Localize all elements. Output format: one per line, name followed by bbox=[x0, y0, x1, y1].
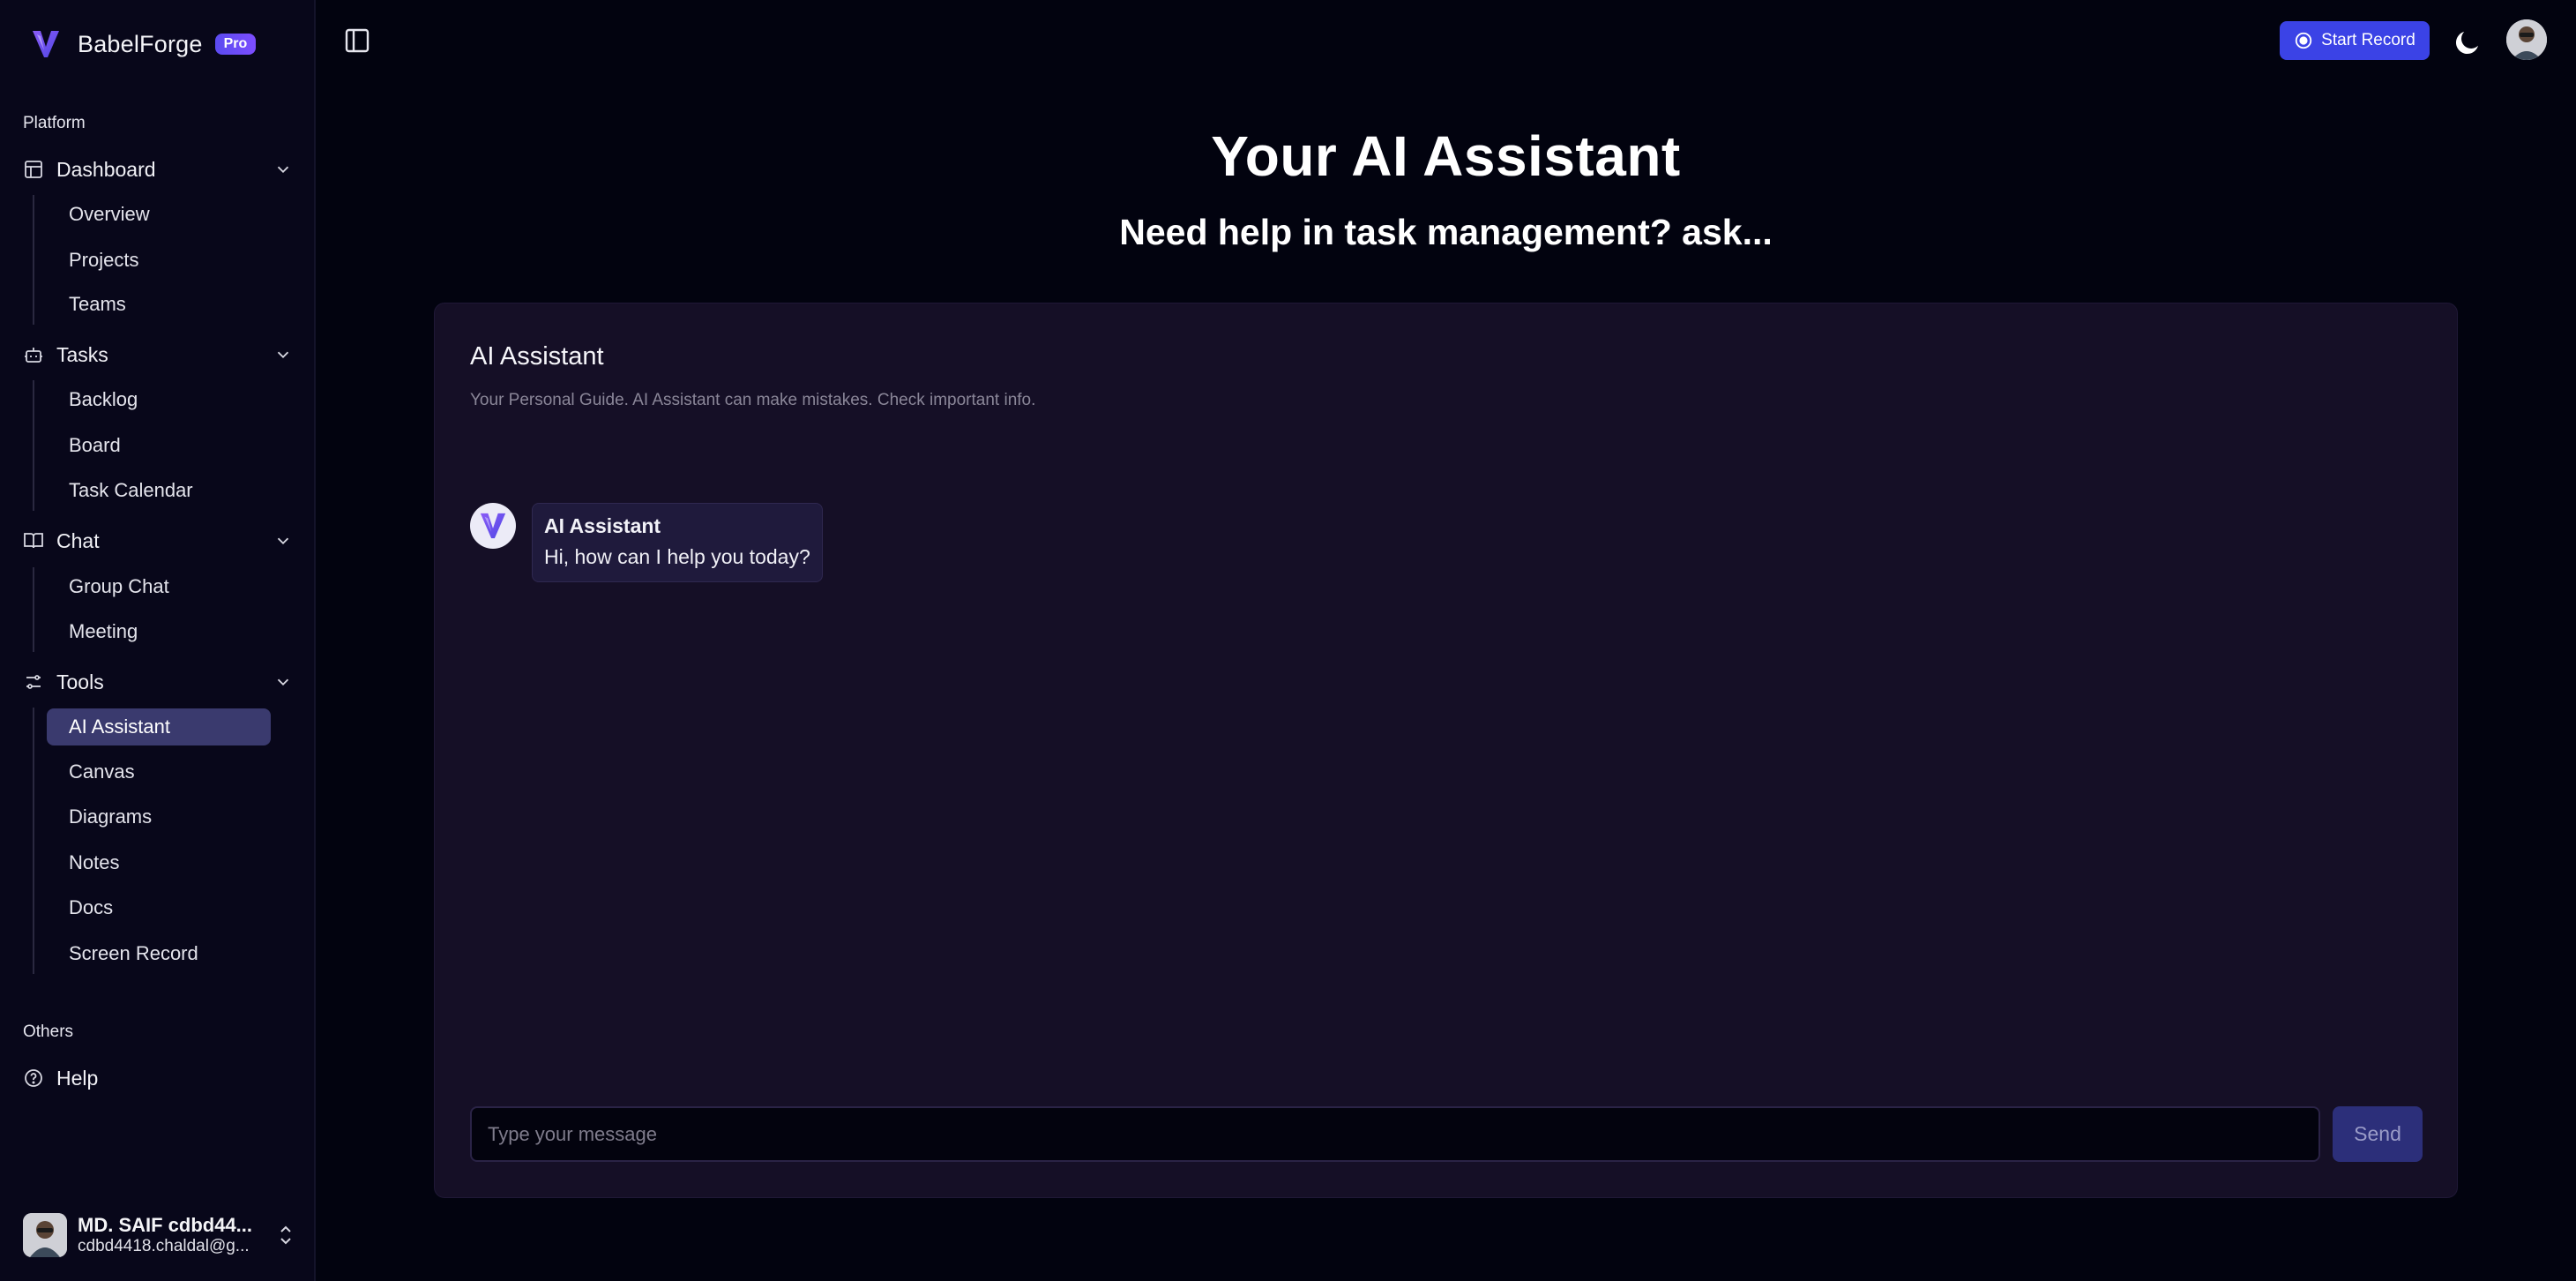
assistant-avatar bbox=[470, 503, 516, 549]
sidebar-group-label: Chat bbox=[56, 528, 100, 552]
sidebar-group-label: Tools bbox=[56, 670, 104, 693]
send-button[interactable]: Send bbox=[2333, 1106, 2423, 1162]
sidebar-item-meeting[interactable]: Meeting bbox=[47, 613, 271, 650]
sidebar-subtree-line bbox=[33, 708, 34, 974]
sidebar-help-label: Help bbox=[56, 1066, 99, 1090]
sidebar-item-ai-assistant[interactable]: AI Assistant bbox=[47, 708, 271, 745]
user-avatar bbox=[23, 1213, 67, 1257]
chevron-down-icon bbox=[277, 678, 289, 686]
user-menu[interactable]: MD. SAIF cdbd44... cdbd4418.chaldal@g... bbox=[23, 1210, 296, 1260]
chat-description: Your Personal Guide. AI Assistant can ma… bbox=[470, 391, 1036, 409]
brand[interactable]: BabelForge Pro bbox=[30, 26, 257, 62]
message-input[interactable] bbox=[470, 1106, 2320, 1162]
sidebar-subtree-line bbox=[33, 195, 34, 325]
message-text: Hi, how can I help you today? bbox=[544, 545, 810, 568]
sidebar-item-help[interactable]: Help bbox=[23, 1062, 293, 1094]
sidebar-group-dashboard[interactable]: Dashboard bbox=[23, 154, 293, 185]
sidebar-item-board[interactable]: Board bbox=[47, 427, 271, 464]
brand-name: BabelForge bbox=[78, 30, 203, 57]
sidebar-item-screen-record[interactable]: Screen Record bbox=[47, 935, 271, 972]
message-sender: AI Assistant bbox=[544, 514, 661, 537]
moon-icon[interactable] bbox=[2452, 26, 2483, 58]
avatar-photo-icon bbox=[23, 1213, 67, 1257]
record-icon bbox=[2296, 32, 2312, 49]
help-circle-icon bbox=[25, 1069, 42, 1087]
sidebar-group-label: Tasks bbox=[56, 342, 108, 366]
sidebar: BabelForge Pro Platform Dashboard Overvi… bbox=[0, 0, 316, 1281]
chevron-down-icon bbox=[277, 537, 289, 545]
page-subtitle: Need help in task management? ask... bbox=[1119, 212, 1773, 252]
section-label-others: Others bbox=[23, 1023, 74, 1041]
chat-title: AI Assistant bbox=[470, 342, 604, 371]
page-title: Your AI Assistant bbox=[1211, 124, 1681, 188]
profile-avatar[interactable] bbox=[2506, 19, 2547, 60]
sidebar-item-canvas[interactable]: Canvas bbox=[47, 753, 271, 790]
sidebar-item-projects[interactable]: Projects bbox=[47, 242, 271, 279]
sidebar-item-backlog[interactable]: Backlog bbox=[47, 381, 271, 418]
babelforge-logo-icon bbox=[480, 513, 506, 539]
start-record-label: Start Record bbox=[2321, 31, 2415, 49]
chat-message: AI Assistant Hi, how can I help you toda… bbox=[470, 503, 823, 582]
chevron-down-icon bbox=[277, 166, 289, 174]
book-icon bbox=[24, 533, 43, 549]
start-record-button[interactable]: Start Record bbox=[2280, 21, 2430, 60]
user-name: MD. SAIF cdbd44... bbox=[78, 1214, 253, 1237]
chevron-down-icon bbox=[277, 351, 289, 359]
chevrons-up-down-icon bbox=[280, 1225, 291, 1245]
sidebar-item-teams[interactable]: Teams bbox=[47, 286, 271, 323]
babelforge-logo-icon bbox=[33, 31, 59, 57]
sidebar-group-tools[interactable]: Tools bbox=[23, 666, 293, 698]
sidebar-group-tasks[interactable]: Tasks bbox=[23, 339, 293, 371]
section-label-platform: Platform bbox=[23, 114, 86, 132]
bot-icon bbox=[25, 348, 42, 363]
user-email: cdbd4418.chaldal@g... bbox=[78, 1236, 250, 1255]
tools-icon bbox=[26, 675, 41, 689]
chat-card: AI Assistant Your Personal Guide. AI Ass… bbox=[434, 303, 2458, 1198]
sidebar-subtree-line bbox=[33, 567, 34, 652]
dashboard-icon bbox=[25, 161, 42, 178]
sidebar-toggle-icon[interactable] bbox=[343, 26, 371, 55]
sidebar-item-notes[interactable]: Notes bbox=[47, 844, 271, 881]
sidebar-group-label: Dashboard bbox=[56, 157, 156, 181]
sidebar-item-docs[interactable]: Docs bbox=[47, 889, 271, 926]
sidebar-group-chat[interactable]: Chat bbox=[23, 525, 293, 557]
sidebar-item-task-calendar[interactable]: Task Calendar bbox=[47, 472, 271, 509]
sidebar-item-group-chat[interactable]: Group Chat bbox=[47, 568, 271, 605]
avatar-photo-icon bbox=[2506, 19, 2547, 60]
pro-badge: Pro bbox=[214, 34, 257, 55]
sidebar-subtree-line bbox=[33, 380, 34, 511]
sidebar-item-diagrams[interactable]: Diagrams bbox=[47, 798, 271, 835]
message-bubble: AI Assistant Hi, how can I help you toda… bbox=[532, 503, 823, 582]
sidebar-item-overview[interactable]: Overview bbox=[47, 196, 271, 233]
